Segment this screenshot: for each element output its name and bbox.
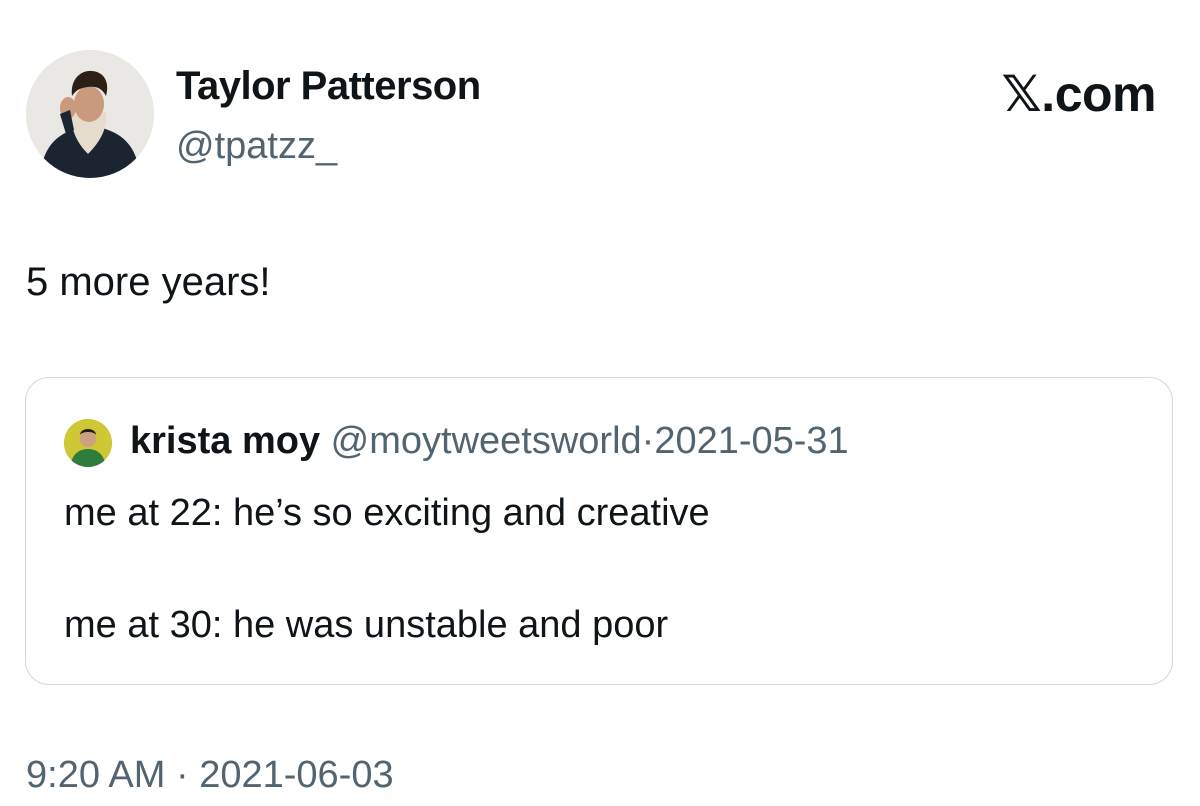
timestamp-separator: · bbox=[175, 754, 189, 796]
quote-header: krista moy @moytweetsworld·2021-05-31 bbox=[130, 418, 849, 464]
quote-author-name[interactable]: krista moy bbox=[130, 420, 320, 462]
quote-text-line-1: me at 22: he’s so exciting and creative bbox=[64, 492, 710, 534]
tweet-date[interactable]: 2021-06-03 bbox=[199, 754, 393, 796]
quote-author-handle[interactable]: @moytweetsworld bbox=[331, 420, 642, 462]
quoted-tweet-card[interactable]: krista moy @moytweetsworld·2021-05-31 me… bbox=[25, 377, 1173, 685]
tweet-time[interactable]: 9:20 AM bbox=[26, 754, 165, 796]
tweet-timestamp[interactable]: 9:20 AM · 2021-06-03 bbox=[26, 752, 394, 798]
quote-separator: · bbox=[641, 420, 655, 462]
tweet-text: 5 more years! bbox=[26, 260, 271, 304]
profile-photo-icon bbox=[26, 50, 154, 178]
x-logo-brand: 𝕏.com bbox=[1001, 66, 1157, 122]
quote-date[interactable]: 2021-05-31 bbox=[654, 420, 848, 462]
quote-text-line-2: me at 30: he was unstable and poor bbox=[64, 604, 669, 646]
profile-photo-icon bbox=[64, 419, 112, 467]
author-handle[interactable]: @tpatzz_ bbox=[176, 124, 337, 168]
quote-author-avatar[interactable] bbox=[64, 419, 112, 467]
author-avatar[interactable] bbox=[26, 50, 154, 178]
author-display-name[interactable]: Taylor Patterson bbox=[176, 62, 481, 110]
